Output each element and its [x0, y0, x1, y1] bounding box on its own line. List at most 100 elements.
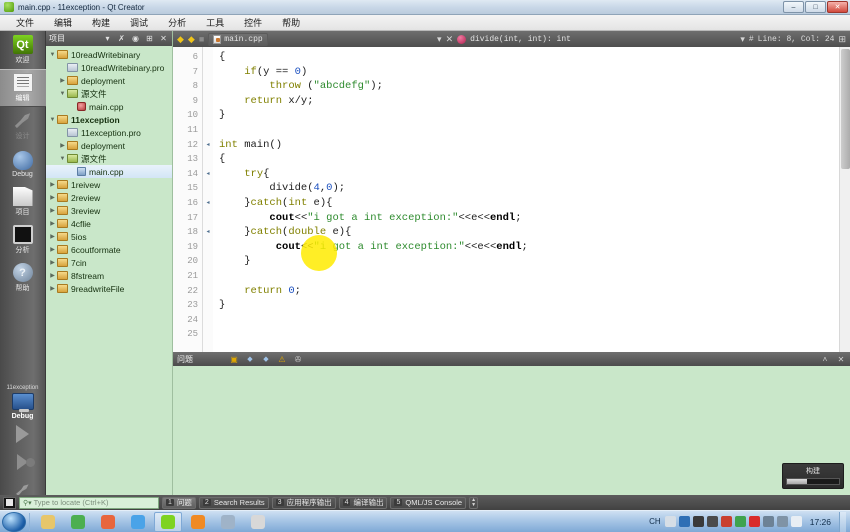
next-item-icon[interactable]: ◆ — [261, 354, 271, 364]
scrollbar-thumb[interactable] — [841, 49, 850, 169]
code-line[interactable] — [213, 123, 850, 138]
taskbar-clock[interactable]: 17:26 — [810, 517, 831, 527]
symbol-chevron-down-icon[interactable]: ▾ — [740, 34, 745, 45]
tree-item[interactable]: main.cpp — [46, 100, 172, 113]
taskbar-firefox-icon[interactable] — [94, 512, 122, 532]
code-line[interactable]: return x/y; — [213, 94, 850, 109]
menu-edit[interactable]: 编辑 — [44, 15, 82, 30]
issues-list[interactable]: 构建 — [173, 366, 850, 495]
mode-edit[interactable]: 编辑 — [0, 69, 46, 107]
mode-help[interactable]: ? 帮助 — [0, 259, 46, 297]
code-line[interactable] — [213, 327, 850, 342]
debug-button[interactable] — [0, 448, 46, 476]
record-icon[interactable] — [748, 516, 760, 527]
warning-icon[interactable]: ⚠ — [277, 354, 287, 364]
fold-marker-column[interactable]: ◂ ◂ ◂ ◂ — [203, 47, 213, 352]
output-button-issues[interactable]: 1 问题 — [162, 496, 196, 509]
tree-disclosure-icon[interactable] — [48, 52, 57, 58]
tree-disclosure-icon[interactable] — [58, 77, 67, 84]
tree-item[interactable]: 6coutformate — [46, 243, 172, 256]
tree-item[interactable]: 10readWritebinary — [46, 48, 172, 61]
tree-item[interactable]: deployment — [46, 74, 172, 87]
tree-disclosure-icon[interactable] — [48, 233, 57, 240]
close-icon[interactable]: ✕ — [158, 33, 169, 44]
fold-marker-icon[interactable]: ◂ — [203, 138, 213, 153]
tree-item[interactable]: 9readwriteFile — [46, 282, 172, 295]
maximize-pane-icon[interactable]: ˄ — [820, 354, 830, 364]
code-line[interactable]: }catch(double e){ — [213, 225, 850, 240]
fold-marker-icon[interactable]: ◂ — [203, 167, 213, 182]
taskbar-qt-creator-icon[interactable] — [154, 511, 182, 532]
tree-disclosure-icon[interactable] — [48, 181, 57, 188]
output-button-search-results[interactable]: 2 Search Results — [198, 496, 269, 509]
navigate-forward-icon[interactable]: ◆ — [188, 34, 195, 45]
code-line[interactable] — [213, 269, 850, 284]
code-line[interactable]: { — [213, 50, 850, 65]
output-button-application-output[interactable]: 3 应用程序输出 — [271, 496, 336, 509]
tree-item[interactable]: 8fstream — [46, 269, 172, 282]
mode-analyze[interactable]: 分析 — [0, 221, 46, 259]
check-status-icon[interactable] — [734, 516, 746, 527]
code-text[interactable]: { if(y == 0) throw ("abcdefg"); return x… — [213, 47, 850, 352]
menu-file[interactable]: 文件 — [6, 15, 44, 30]
tree-item[interactable]: 4cflie — [46, 217, 172, 230]
taskbar-messenger-icon[interactable] — [124, 512, 152, 532]
toggle-sidebar-icon[interactable] — [3, 496, 16, 509]
show-desktop-button[interactable] — [839, 511, 846, 532]
keyboard-icon[interactable] — [664, 516, 676, 527]
previous-item-icon[interactable]: ◆ — [245, 354, 255, 364]
screen-icon[interactable] — [762, 516, 774, 527]
tree-item[interactable]: 源文件 — [46, 152, 172, 165]
code-line[interactable]: }catch(int e){ — [213, 196, 850, 211]
chevron-down-icon[interactable]: ▾ — [102, 33, 113, 44]
menu-analyze[interactable]: 分析 — [158, 15, 196, 30]
windows-start-orb[interactable] — [2, 511, 26, 532]
tree-disclosure-icon[interactable] — [58, 156, 67, 162]
menu-tools[interactable]: 工具 — [196, 15, 234, 30]
volume-icon[interactable] — [790, 516, 802, 527]
menu-debug[interactable]: 调试 — [120, 15, 158, 30]
split-editor-icon[interactable]: ⊞ — [838, 34, 846, 45]
sync-with-editor-icon[interactable]: ◉ — [130, 33, 141, 44]
close-button[interactable]: ✕ — [827, 1, 848, 13]
ime-indicator[interactable]: CH — [649, 517, 661, 526]
run-button[interactable] — [0, 420, 46, 448]
tree-disclosure-icon[interactable] — [48, 220, 57, 227]
code-line[interactable]: return 0; — [213, 284, 850, 299]
help-tray-icon[interactable] — [678, 516, 690, 527]
code-line[interactable]: try{ — [213, 167, 850, 182]
code-line[interactable]: int main() — [213, 138, 850, 153]
tree-item[interactable]: 11exception.pro — [46, 126, 172, 139]
output-pane-spinner-icon[interactable]: ▲ ▼ — [469, 496, 479, 509]
tree-item[interactable]: 1reivew — [46, 178, 172, 191]
code-line[interactable]: cout<<"i got a int exception:"<<e<<endl; — [213, 240, 850, 255]
tree-item[interactable]: 10readWritebinary.pro — [46, 61, 172, 74]
close-pane-icon[interactable]: ✕ — [836, 354, 846, 364]
open-documents-icon[interactable]: ■ — [199, 34, 204, 44]
add-split-icon[interactable]: ⊞ — [144, 33, 155, 44]
taskbar-media-app-icon[interactable] — [214, 512, 242, 532]
mode-projects[interactable]: 项目 — [0, 183, 46, 221]
tree-item[interactable]: 11exception — [46, 113, 172, 126]
code-area[interactable]: 6 7 8 9 10 11 12 13 14 15 16 17 18 19 20 21 22 23 24 25 ◂ ◂ ◂… — [173, 47, 850, 352]
project-tree[interactable]: 10readWritebinary 10readWritebinary.pro de… — [46, 46, 172, 510]
code-line[interactable]: if(y == 0) — [213, 65, 850, 80]
tree-item[interactable]: 源文件 — [46, 87, 172, 100]
mode-welcome[interactable]: Qt 欢迎 — [0, 31, 46, 69]
tree-disclosure-icon[interactable] — [48, 117, 57, 123]
tree-disclosure-icon[interactable] — [48, 207, 57, 214]
tree-item[interactable]: 5ios — [46, 230, 172, 243]
code-line[interactable]: throw ("abcdefg"); — [213, 79, 850, 94]
taskbar-editor-app-icon[interactable] — [184, 512, 212, 532]
output-button-compile-output[interactable]: 4 编译输出 — [338, 496, 388, 509]
close-document-icon[interactable]: ✕ — [446, 34, 454, 45]
code-line[interactable] — [213, 313, 850, 328]
taskbar-file-explorer-icon[interactable] — [34, 512, 62, 532]
maximize-button[interactable]: □ — [805, 1, 826, 13]
fold-marker-icon[interactable]: ◂ — [203, 225, 213, 240]
tree-disclosure-icon[interactable] — [58, 91, 67, 97]
sync-icon[interactable] — [776, 516, 788, 527]
minimize-button[interactable]: – — [783, 1, 804, 13]
menu-build[interactable]: 构建 — [82, 15, 120, 30]
code-line[interactable]: } — [213, 108, 850, 123]
